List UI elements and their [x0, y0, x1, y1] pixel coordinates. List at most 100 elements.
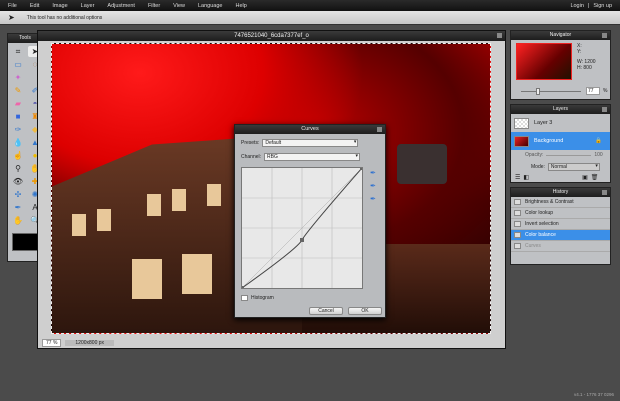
- close-icon[interactable]: [602, 107, 607, 112]
- menu-file[interactable]: File: [8, 3, 17, 9]
- options-hint: This tool has no additional options: [26, 14, 103, 21]
- ok-button[interactable]: OK: [348, 307, 382, 315]
- menu-bar: File Edit Image Layer Adjustment Filter …: [0, 0, 620, 11]
- history-item[interactable]: Invert selection: [511, 219, 610, 230]
- white-eyedropper-icon[interactable]: ✒: [370, 169, 376, 177]
- history-icon: [514, 199, 521, 205]
- navigator-title-text: Navigator: [549, 32, 572, 38]
- menu-help[interactable]: Help: [235, 3, 246, 9]
- presets-select[interactable]: Default: [262, 139, 359, 147]
- history-label: Color balance: [525, 232, 556, 238]
- wand-tool-icon[interactable]: ✦: [11, 72, 25, 83]
- status-bar: 77 % 1200x800 px: [42, 338, 502, 347]
- menu-view[interactable]: View: [173, 3, 185, 9]
- menu-edit[interactable]: Edit: [30, 3, 39, 9]
- menu-filter[interactable]: Filter: [148, 3, 160, 9]
- histogram-checkbox[interactable]: [241, 295, 248, 301]
- channel-select[interactable]: RBG: [264, 153, 361, 161]
- h-label: H:: [577, 65, 582, 71]
- color-picker-icon[interactable]: ✒: [11, 202, 25, 213]
- menu-adjustment[interactable]: Adjustment: [107, 3, 135, 9]
- lock-icon: 🔒: [595, 138, 602, 144]
- opacity-label: Opacity:: [525, 152, 544, 158]
- marquee-tool-icon[interactable]: ▭: [11, 59, 25, 70]
- history-panel: History Brightness & Contrast Color look…: [510, 187, 611, 265]
- redeye-tool-icon[interactable]: 👁: [11, 176, 25, 187]
- close-icon[interactable]: [602, 190, 607, 195]
- history-title-text: History: [552, 189, 569, 195]
- history-label: Color lookup: [525, 210, 554, 216]
- crop-tool-icon[interactable]: ⌗: [11, 46, 25, 57]
- separator: |: [587, 2, 590, 9]
- history-icon: [514, 243, 521, 249]
- layer-styles-icon[interactable]: ☰: [515, 174, 520, 181]
- login-link[interactable]: Login: [570, 3, 583, 9]
- layers-title-text: Layers: [552, 106, 568, 112]
- smudge-tool-icon[interactable]: ☝: [11, 150, 25, 161]
- curve-point[interactable]: [241, 286, 244, 289]
- history-item[interactable]: Brightness & Contrast: [511, 197, 610, 208]
- document-title: 7476521040_6cda7377ef_o: [38, 31, 505, 41]
- opacity-slider[interactable]: [546, 154, 592, 156]
- zoom-field[interactable]: 77 %: [42, 338, 62, 347]
- curve-point[interactable]: [360, 167, 363, 170]
- history-icon: [514, 221, 521, 227]
- layer-mask-icon[interactable]: ◧: [523, 174, 529, 181]
- history-label: Curves: [525, 243, 541, 249]
- window: [132, 259, 162, 299]
- menu-language[interactable]: Language: [198, 3, 222, 9]
- curves-graph[interactable]: [241, 167, 363, 289]
- layer-item[interactable]: Background 🔒: [511, 132, 610, 150]
- dodge-tool-icon[interactable]: ⚲: [11, 163, 25, 174]
- close-icon[interactable]: [377, 127, 382, 132]
- blur-tool-icon[interactable]: 💧: [11, 137, 25, 148]
- curves-dialog: Curves Presets:Default Channel:RBG ✒ ✒ ✒…: [234, 124, 386, 318]
- bloat-tool-icon[interactable]: ✣: [11, 189, 25, 200]
- curves-title-text: Curves: [301, 126, 319, 132]
- pencil-tool-icon[interactable]: ✎: [11, 85, 25, 96]
- layer-name: Layer 3: [534, 120, 553, 126]
- cancel-button[interactable]: Cancel: [309, 307, 343, 315]
- window: [207, 184, 221, 206]
- navigator-zoom-input[interactable]: 77: [586, 87, 600, 95]
- history-item[interactable]: Color lookup: [511, 208, 610, 219]
- replace-color-icon[interactable]: ✑: [11, 124, 25, 135]
- move-tool-icon: ➤: [8, 13, 15, 22]
- window: [172, 189, 186, 211]
- h-value: 800: [583, 65, 592, 71]
- history-item[interactable]: Curves: [511, 241, 610, 252]
- water-tower-image: [397, 144, 447, 184]
- layers-panel: Layers Layer 3 Background 🔒 Opacity: 100 M…: [510, 104, 611, 183]
- menu-image[interactable]: Image: [52, 3, 67, 9]
- options-bar: ➤ This tool has no additional options: [0, 11, 620, 25]
- window: [72, 214, 86, 236]
- zoom-slider-handle[interactable]: [536, 88, 540, 95]
- mode-select[interactable]: Normal: [547, 163, 600, 171]
- presets-label: Presets:: [241, 140, 260, 146]
- curve-point[interactable]: [300, 238, 304, 242]
- history-item[interactable]: Color balance: [511, 230, 610, 241]
- close-icon[interactable]: [497, 33, 502, 38]
- color-swatch[interactable]: [12, 233, 38, 251]
- zoom-unit: %: [52, 339, 58, 346]
- layer-thumbnail: [514, 135, 529, 147]
- gray-eyedropper-icon[interactable]: ✒: [370, 182, 376, 190]
- opacity-value: 100: [594, 152, 603, 158]
- delete-layer-icon[interactable]: 🗑: [591, 174, 599, 181]
- hand-tool-icon[interactable]: ✋: [11, 215, 25, 226]
- zoom-slider[interactable]: [521, 88, 581, 95]
- close-icon[interactable]: [602, 33, 607, 38]
- new-layer-icon[interactable]: ▣: [582, 174, 588, 181]
- menu-layer[interactable]: Layer: [81, 3, 95, 9]
- navigator-zoom-unit: %: [603, 88, 608, 94]
- gradient-tool-icon[interactable]: ■: [11, 111, 25, 122]
- document-title-text: 7476521040_6cda7377ef_o: [234, 33, 309, 39]
- black-eyedropper-icon[interactable]: ✒: [370, 195, 376, 203]
- curves-title: Curves: [235, 125, 385, 134]
- eraser-tool-icon[interactable]: ▰: [11, 98, 25, 109]
- navigator-thumbnail[interactable]: [516, 43, 572, 80]
- navigator-panel: Navigator X: Y: W: 1200 H: 800 77 %: [510, 30, 611, 100]
- layer-item[interactable]: Layer 3: [511, 114, 610, 132]
- signup-link[interactable]: Sign up: [593, 3, 612, 9]
- window: [147, 194, 161, 216]
